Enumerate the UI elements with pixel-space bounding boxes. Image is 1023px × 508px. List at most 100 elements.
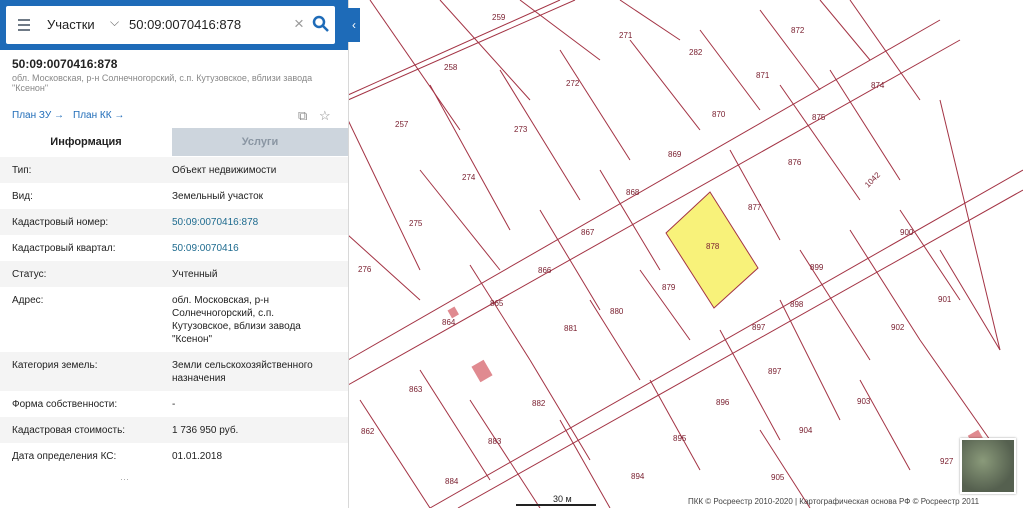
parcel-label[interactable]: 257	[395, 120, 409, 129]
plan-kk-link[interactable]: План КК →	[73, 110, 124, 121]
row-type: Тип: Объект недвижимости	[0, 157, 348, 183]
cadastral-quarter-link[interactable]: 50:09:0070416	[172, 235, 332, 261]
tabs: Информация Услуги	[0, 128, 348, 156]
parcel-label[interactable]: 877	[748, 203, 762, 212]
parcel-label[interactable]: 881	[564, 324, 578, 333]
parcel-label[interactable]: 898	[790, 300, 804, 309]
info-panel: Участки ⌵ 50:09:0070416:878 × 50:09:0070…	[0, 0, 349, 508]
parcel-label[interactable]: 927	[940, 457, 954, 466]
parcel-label[interactable]: 872	[791, 26, 805, 35]
row-value: 01.01.2018	[172, 451, 223, 462]
row-kind: Вид: Земельный участок	[0, 183, 348, 209]
row-land-category: Категория земель: Земли сельскохозяйствен…	[0, 352, 348, 391]
parcel-label[interactable]: 897	[768, 367, 782, 376]
parcel-label[interactable]: 862	[361, 427, 375, 436]
row-key: Дата определения КС:	[12, 451, 117, 462]
parcel-label[interactable]: 258	[444, 63, 458, 72]
parcel-label[interactable]: 899	[810, 263, 824, 272]
row-value: Земли сельскохозяйственного назначения	[172, 360, 313, 384]
plan-zu-link[interactable]: План ЗУ →	[12, 110, 64, 121]
search-box[interactable]: Участки ⌵ 50:09:0070416:878 ×	[6, 6, 335, 44]
parcel-label[interactable]: 866	[538, 266, 552, 275]
parcel-label[interactable]: 905	[771, 473, 785, 482]
menu-icon[interactable]	[18, 19, 30, 34]
row-key: Категория земель:	[12, 360, 98, 371]
row-key: Кадастровый квартал:	[12, 243, 116, 254]
row-key: Статус:	[12, 269, 47, 280]
parcel-label[interactable]: 880	[610, 307, 624, 316]
parcel-label[interactable]: 863	[409, 385, 423, 394]
basemap-switcher[interactable]	[960, 438, 1016, 494]
row-value: -	[172, 399, 176, 410]
parcel-label[interactable]: 895	[673, 434, 687, 443]
parcel-label[interactable]: 878	[706, 242, 720, 251]
parcel-label[interactable]: 883	[488, 437, 502, 446]
parcel-label[interactable]: 884	[445, 477, 459, 486]
parcel-label[interactable]: 903	[857, 397, 871, 406]
scale-label: 30 м	[553, 494, 572, 504]
parcel-label[interactable]: 273	[514, 125, 528, 134]
row-cadastral-number: Кадастровый номер: 50:09:0070416:878	[0, 209, 348, 235]
zoom-to-icon[interactable]: ⧉	[298, 108, 307, 124]
row-ownership: Форма собственности: -	[0, 391, 348, 417]
parcel-label[interactable]: 897	[752, 323, 766, 332]
map-copyright: ПКК © Росреестр 2010-2020 | Картографиче…	[688, 497, 980, 506]
cadastral-number-link[interactable]: 50:09:0070416:878	[172, 209, 332, 235]
row-cadastral-quarter: Кадастровый квартал: 50:09:0070416	[0, 235, 348, 261]
category-select[interactable]: Участки	[47, 17, 95, 32]
parcel-label[interactable]: 902	[891, 323, 905, 332]
parcel-label[interactable]: 275	[409, 219, 423, 228]
row-valuation-date: Дата определения КС: 01.01.2018	[0, 443, 348, 469]
row-key: Форма собственности:	[12, 399, 118, 410]
row-value: обл. Московская, р-н Солнечногорский, с.…	[172, 295, 301, 345]
parcel-label[interactable]: 276	[358, 265, 372, 274]
search-icon[interactable]	[312, 15, 330, 33]
row-key: Кадастровая стоимость:	[12, 425, 126, 436]
row-key: Тип:	[12, 165, 32, 176]
row-value: Объект недвижимости	[172, 165, 277, 176]
parcel-label[interactable]: 1042	[863, 170, 882, 189]
parcel-label[interactable]: 282	[689, 48, 703, 57]
attribute-table: Тип: Объект недвижимости Вид: Земельный уч…	[0, 157, 348, 469]
search-bar: Участки ⌵ 50:09:0070416:878 ×	[0, 0, 348, 50]
row-value: Земельный участок	[172, 191, 264, 202]
parcel-label[interactable]: 271	[619, 31, 633, 40]
collapse-panel-button[interactable]: ‹	[348, 8, 360, 42]
tab-services[interactable]: Услуги	[172, 128, 348, 156]
parcel-title: 50:09:0070416:878	[12, 57, 118, 71]
parcel-label[interactable]: 901	[938, 295, 952, 304]
parcel-label[interactable]: 272	[566, 79, 580, 88]
clear-icon[interactable]: ×	[294, 14, 304, 34]
parcel-label[interactable]: 871	[756, 71, 770, 80]
more-indicator: ⋯	[120, 474, 129, 484]
chevron-down-icon[interactable]: ⌵	[110, 15, 119, 30]
star-icon[interactable]: ☆	[319, 108, 331, 124]
row-value: 1 736 950 руб.	[172, 425, 239, 436]
row-key: Кадастровый номер:	[12, 217, 109, 228]
parcel-label[interactable]: 875	[812, 113, 826, 122]
parcel-label[interactable]: 869	[668, 150, 682, 159]
row-key: Вид:	[12, 191, 33, 202]
row-address: Адрес: обл. Московская, р-н Солнечногорск…	[0, 287, 348, 352]
search-input[interactable]: 50:09:0070416:878	[129, 17, 241, 32]
parcel-label[interactable]: 874	[871, 81, 885, 90]
parcel-label[interactable]: 896	[716, 398, 730, 407]
parcel-label[interactable]: 259	[492, 13, 506, 22]
row-key: Адрес:	[12, 295, 44, 306]
parcel-label[interactable]: 865	[490, 299, 504, 308]
parcel-label[interactable]: 900	[900, 228, 914, 237]
parcel-label[interactable]: 894	[631, 472, 645, 481]
parcel-label[interactable]: 864	[442, 318, 456, 327]
tab-information[interactable]: Информация	[0, 128, 172, 156]
parcel-address-line: обл. Московская, р-н Солнечногорский, с.…	[12, 73, 313, 93]
row-value: Учтенный	[172, 269, 218, 280]
row-status: Статус: Учтенный	[0, 261, 348, 287]
parcel-label[interactable]: 882	[532, 399, 546, 408]
parcel-label[interactable]: 879	[662, 283, 676, 292]
parcel-label[interactable]: 904	[799, 426, 813, 435]
parcel-label[interactable]: 870	[712, 110, 726, 119]
parcel-label[interactable]: 867	[581, 228, 595, 237]
parcel-label[interactable]: 868	[626, 188, 640, 197]
parcel-label[interactable]: 876	[788, 158, 802, 167]
parcel-label[interactable]: 274	[462, 173, 476, 182]
